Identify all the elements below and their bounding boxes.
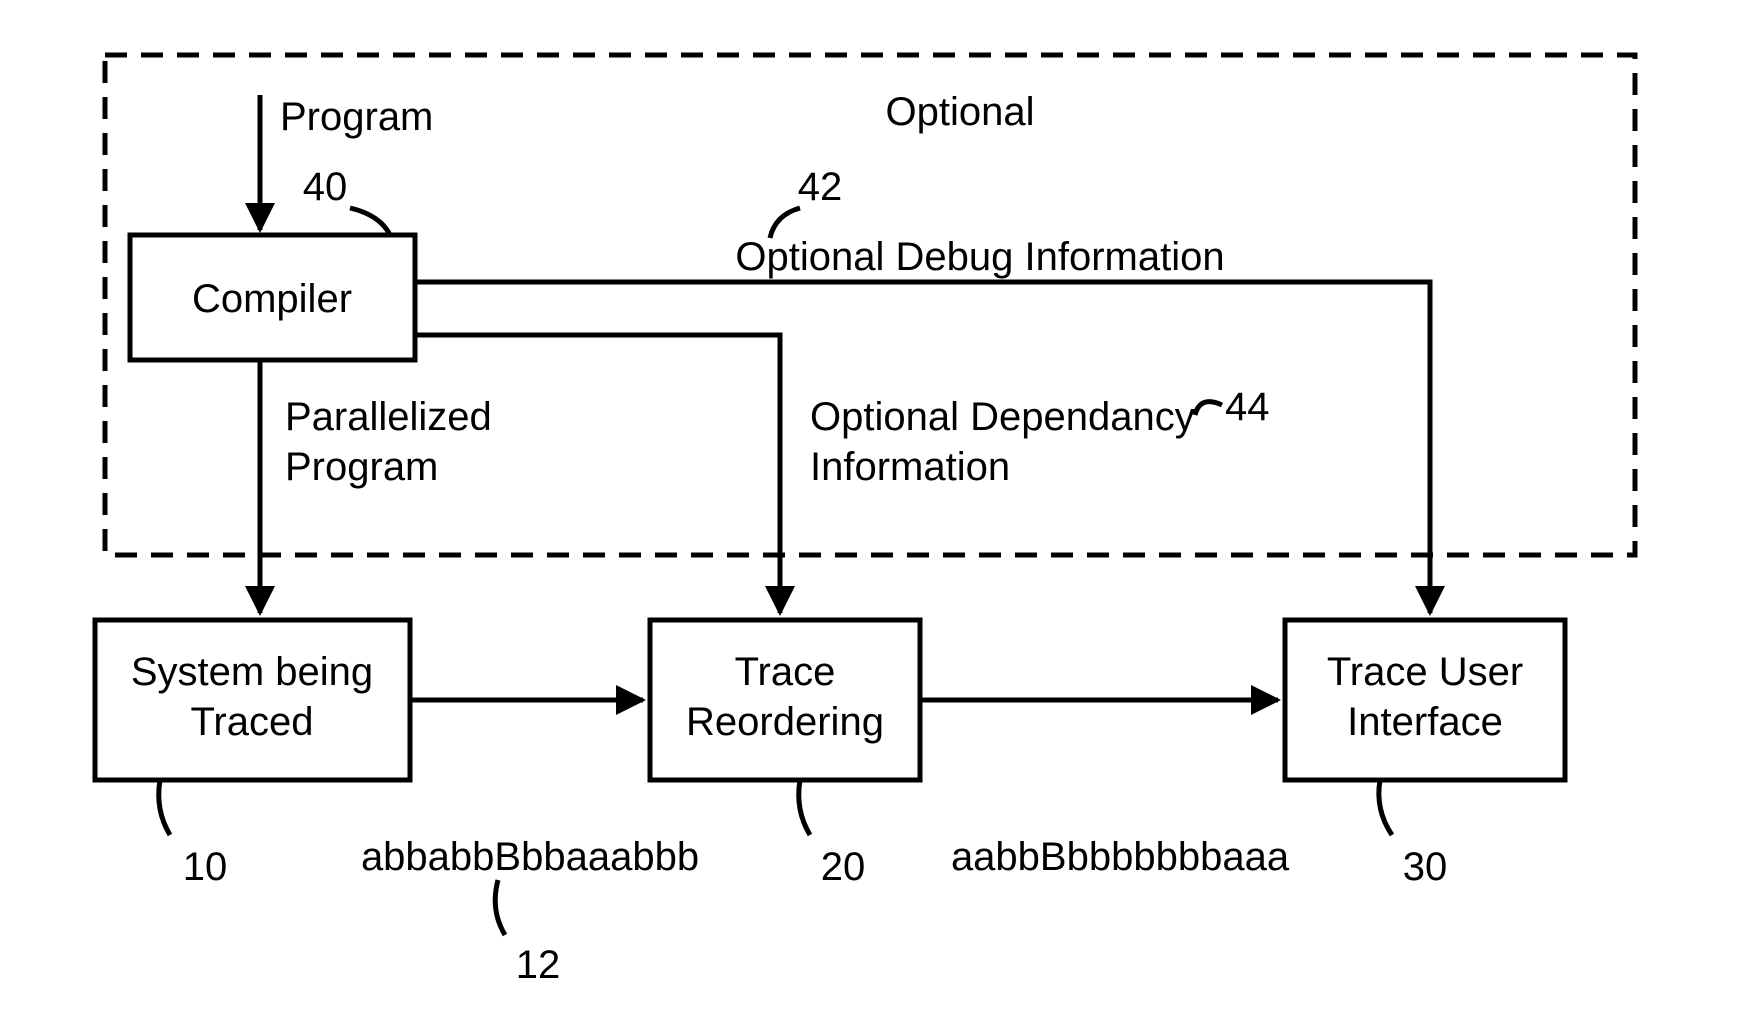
- trace-out-label: aabbBbbbbbbbaaa: [951, 835, 1290, 879]
- program-label: Program: [280, 95, 433, 139]
- ref-12: 12: [516, 943, 561, 987]
- compiler-label: Compiler: [192, 277, 352, 321]
- system-l2: Traced: [190, 700, 313, 744]
- optional-label: Optional: [886, 90, 1035, 134]
- leader-30: [1379, 780, 1392, 835]
- leader-42: [770, 208, 800, 238]
- dep-info-l2: Information: [810, 445, 1010, 489]
- system-l1: System being: [131, 650, 373, 694]
- ref-44: 44: [1225, 385, 1270, 429]
- ref-10: 10: [183, 845, 228, 889]
- reorder-l2: Reordering: [686, 700, 884, 744]
- debug-info-label: Optional Debug Information: [735, 235, 1224, 279]
- ui-l1: Trace User: [1327, 650, 1523, 694]
- reorder-l1: Trace: [735, 650, 836, 694]
- leader-12: [495, 880, 505, 935]
- leader-44: [1195, 402, 1222, 415]
- ref-20: 20: [821, 845, 866, 889]
- leader-10: [159, 780, 170, 835]
- ref-42: 42: [798, 165, 843, 209]
- dep-info-l1: Optional Dependancy: [810, 395, 1195, 439]
- leader-40: [350, 208, 390, 235]
- leader-20: [799, 780, 810, 835]
- parallelized-l2: Program: [285, 445, 438, 489]
- ref-30: 30: [1403, 845, 1448, 889]
- ref-40: 40: [303, 165, 348, 209]
- arrow-dep-info: [415, 335, 780, 613]
- parallelized-l1: Parallelized: [285, 395, 492, 439]
- ui-l2: Interface: [1347, 700, 1503, 744]
- trace-in-label: abbabbBbbaaabbb: [361, 835, 699, 879]
